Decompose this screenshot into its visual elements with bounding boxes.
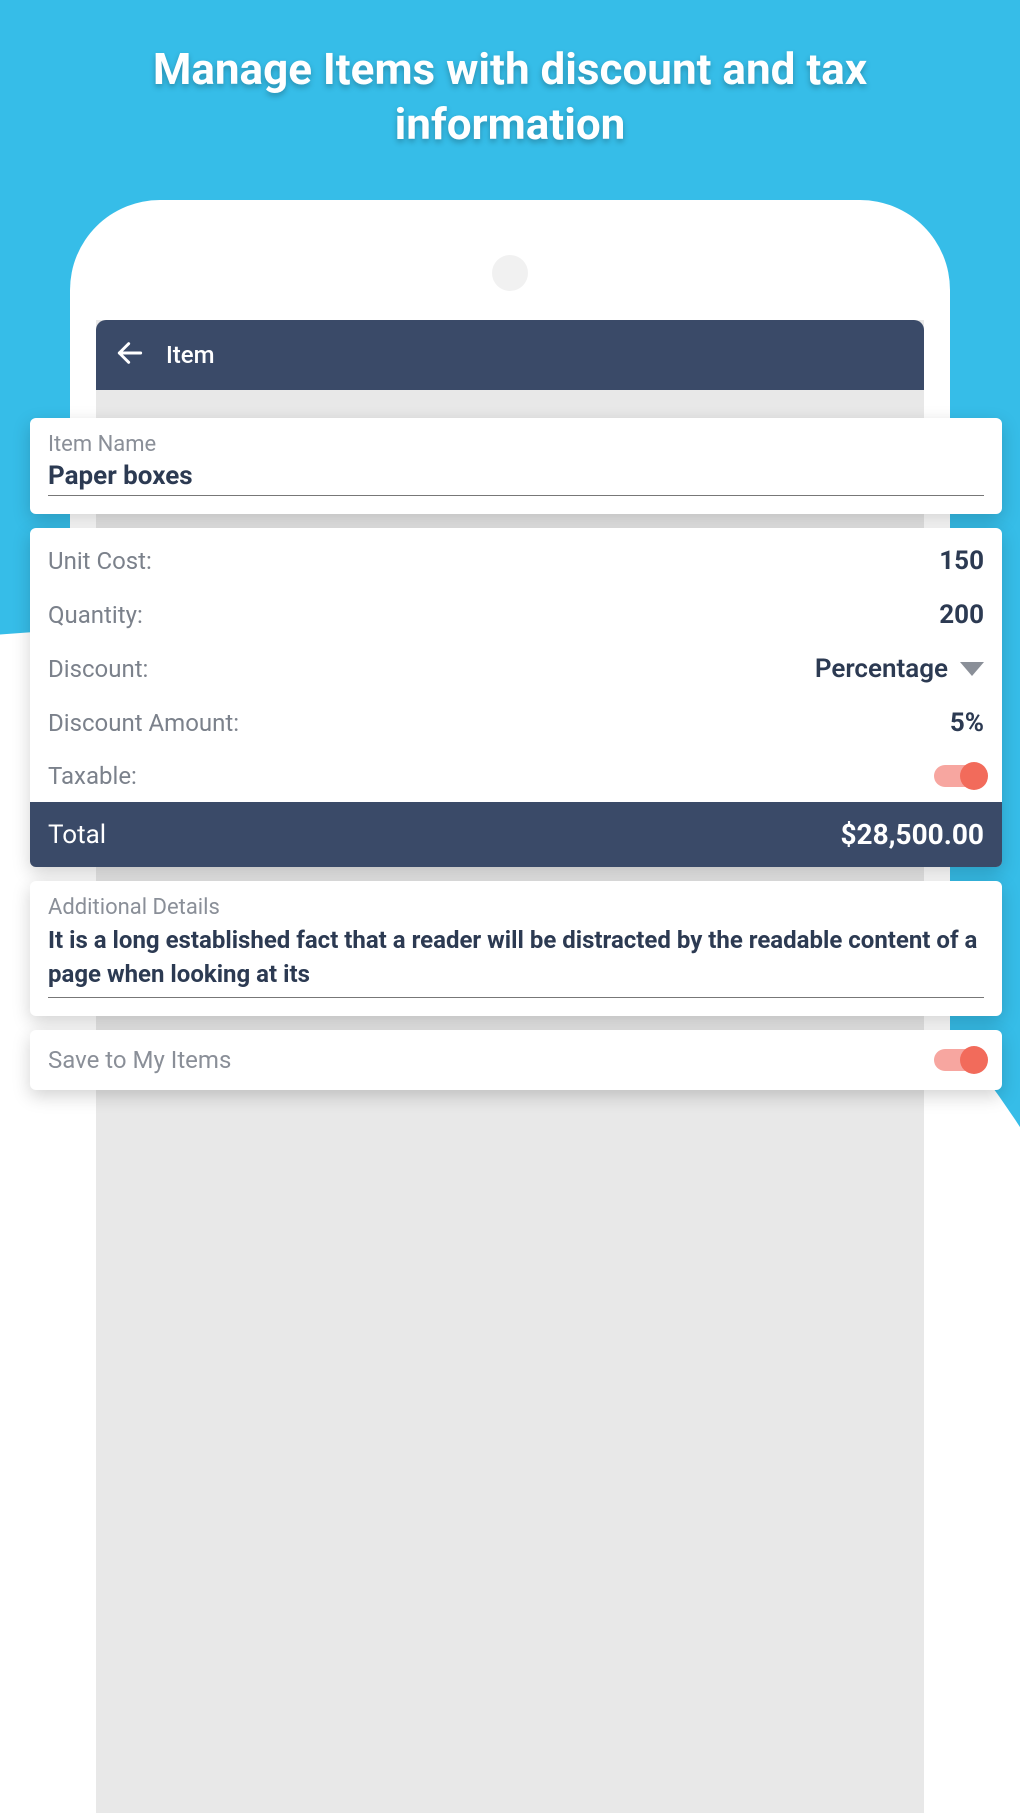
pricing-card: Unit Cost: 150 Quantity: 200 Discount: P… [30,528,1002,867]
unit-cost-label: Unit Cost: [48,547,152,575]
total-value: $28,500.00 [840,818,984,851]
additional-details-card: Additional Details It is a long establis… [30,881,1002,1016]
save-to-items-label: Save to My Items [48,1046,231,1074]
discount-label: Discount: [48,655,148,683]
phone-speaker [492,255,528,291]
discount-amount-label: Discount Amount: [48,709,239,737]
discount-row[interactable]: Discount: Percentage [30,642,1002,696]
taxable-row: Taxable: [30,750,1002,802]
appbar-title: Item [166,341,215,369]
save-to-items-card: Save to My Items [30,1030,1002,1090]
chevron-down-icon [960,662,984,676]
item-name-input[interactable]: Paper boxes [48,461,984,496]
discount-amount-row[interactable]: Discount Amount: 5% [30,696,1002,750]
quantity-label: Quantity: [48,601,143,629]
save-to-items-toggle[interactable] [934,1049,984,1071]
quantity-value: 200 [939,600,984,630]
quantity-row[interactable]: Quantity: 200 [30,588,1002,642]
item-name-card: Item Name Paper boxes [30,418,1002,514]
unit-cost-value: 150 [939,546,984,576]
total-label: Total [48,820,106,850]
taxable-label: Taxable: [48,762,137,790]
additional-details-label: Additional Details [48,895,984,920]
taxable-toggle[interactable] [934,765,984,787]
promo-headline: Manage Items with discount and tax infor… [0,42,1020,152]
discount-type-value: Percentage [815,654,948,684]
back-button[interactable] [114,337,146,373]
discount-amount-value: 5% [950,708,984,738]
unit-cost-row[interactable]: Unit Cost: 150 [30,534,1002,588]
additional-details-input[interactable]: It is a long established fact that a rea… [48,924,984,998]
item-name-label: Item Name [48,432,984,457]
total-row: Total $28,500.00 [30,802,1002,867]
app-bar: Item [96,320,924,390]
toggle-knob [960,762,988,790]
toggle-knob [960,1046,988,1074]
discount-type-select[interactable]: Percentage [815,654,984,684]
